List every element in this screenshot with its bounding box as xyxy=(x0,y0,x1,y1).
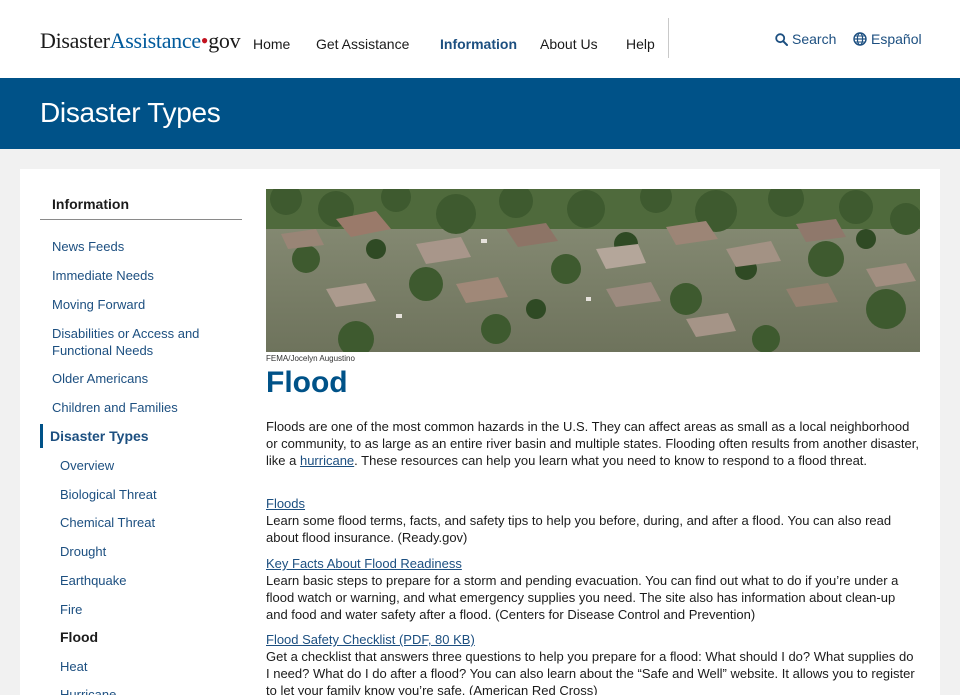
sidebar-subitem-overview[interactable]: Overview xyxy=(60,457,114,474)
logo-text-gov: gov xyxy=(208,28,241,53)
resource-description-safety-checklist: Get a checklist that answers three quest… xyxy=(266,649,915,695)
page-banner: Disaster Types xyxy=(0,78,960,149)
language-link[interactable]: Español xyxy=(853,31,922,47)
resource-description-floods: Learn some flood terms, facts, and safet… xyxy=(266,513,892,545)
sidebar-item-disaster-types[interactable]: Disaster Types xyxy=(50,428,149,445)
site-logo[interactable]: DisasterAssistance•gov xyxy=(40,28,241,54)
page-title: Flood xyxy=(266,366,348,399)
resource-link-floods[interactable]: Floods xyxy=(266,495,305,512)
logo-text-disaster: Disaster xyxy=(40,28,110,53)
banner-title: Disaster Types xyxy=(40,97,221,128)
language-label: Español xyxy=(871,31,922,47)
sidebar-subitem-fire[interactable]: Fire xyxy=(60,601,82,618)
hurricane-link[interactable]: hurricane xyxy=(300,453,354,468)
sidebar-item-disabilities[interactable]: Disabilities or Access and Functional Ne… xyxy=(52,325,227,359)
logo-text-assistance: Assistance xyxy=(109,28,201,53)
site-header: DisasterAssistance•gov Home Get Assistan… xyxy=(0,0,960,78)
sidebar-subitem-heat[interactable]: Heat xyxy=(60,658,87,675)
nav-help[interactable]: Help xyxy=(626,36,655,52)
sidebar-heading: Information xyxy=(52,196,129,212)
sidebar-item-moving-forward[interactable]: Moving Forward xyxy=(52,296,145,313)
sidebar-subitem-earthquake[interactable]: Earthquake xyxy=(60,572,127,589)
nav-information[interactable]: Information xyxy=(440,36,517,52)
sidebar-subitem-biological-threat[interactable]: Biological Threat xyxy=(60,486,157,503)
sidebar-item-immediate-needs[interactable]: Immediate Needs xyxy=(52,267,154,284)
flood-photo-illustration xyxy=(266,189,920,352)
image-credit: FEMA/Jocelyn Augustino xyxy=(266,354,355,363)
nav-divider xyxy=(668,18,669,58)
sidebar-active-indicator xyxy=(40,424,43,448)
nav-about-us[interactable]: About Us xyxy=(540,36,598,52)
flood-hero-image xyxy=(266,189,920,352)
search-link[interactable]: Search xyxy=(775,31,836,47)
sidebar-subitem-hurricane[interactable]: Hurricane xyxy=(60,686,116,695)
intro-text-end: . These resources can help you learn wha… xyxy=(354,453,868,468)
sidebar-subitem-flood[interactable]: Flood xyxy=(60,629,98,646)
search-label: Search xyxy=(792,31,837,47)
search-icon xyxy=(775,32,788,46)
resource-link-safety-checklist[interactable]: Flood Safety Checklist (PDF, 80 KB) xyxy=(266,631,475,648)
resource-description-key-facts: Learn basic steps to prepare for a storm… xyxy=(266,573,899,622)
globe-icon xyxy=(853,32,867,46)
resource-link-key-facts[interactable]: Key Facts About Flood Readiness xyxy=(266,555,462,572)
sidebar-divider xyxy=(40,219,242,220)
sidebar-subitem-drought[interactable]: Drought xyxy=(60,543,106,560)
sidebar-item-older-americans[interactable]: Older Americans xyxy=(52,370,148,387)
sidebar-item-news-feeds[interactable]: News Feeds xyxy=(52,238,124,255)
sidebar-subitem-chemical-threat[interactable]: Chemical Threat xyxy=(60,514,155,531)
nav-home[interactable]: Home xyxy=(253,36,290,52)
intro-paragraph: Floods are one of the most common hazard… xyxy=(266,418,920,469)
sidebar-item-children-families[interactable]: Children and Families xyxy=(52,399,178,416)
nav-get-assistance[interactable]: Get Assistance xyxy=(316,36,409,52)
